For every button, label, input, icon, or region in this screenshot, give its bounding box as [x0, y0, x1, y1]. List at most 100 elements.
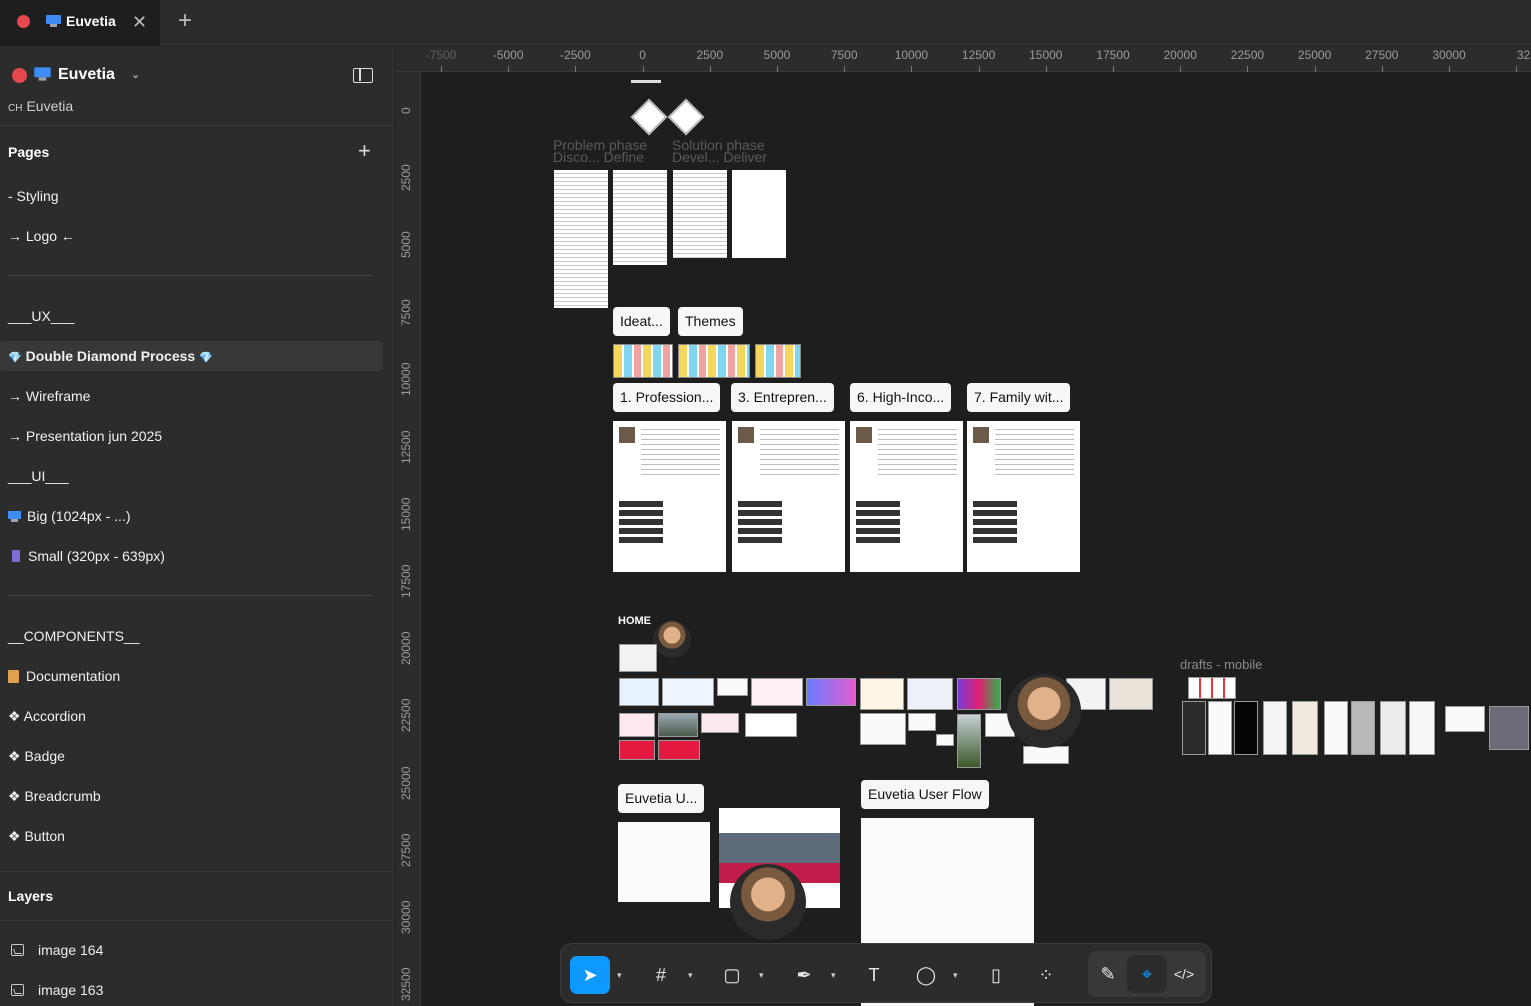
page-item[interactable]: ❖ Accordion: [0, 701, 383, 731]
mobile-draft-thumb[interactable]: [1263, 701, 1287, 755]
layer-item[interactable]: image 163: [0, 975, 393, 1005]
chevron-down-icon[interactable]: ▾: [759, 970, 764, 981]
user-flow-frame[interactable]: [618, 822, 710, 902]
wireframe-thumb[interactable]: [860, 678, 904, 710]
sticky-board[interactable]: [755, 344, 801, 378]
frame-tool-icon[interactable]: #: [641, 956, 681, 994]
page-item-big[interactable]: Big (1024px - ...): [0, 501, 383, 531]
rectangle-tool-icon[interactable]: ▢: [712, 956, 752, 994]
frame-label-ideation[interactable]: Ideat...: [613, 307, 670, 336]
close-icon[interactable]: ✕: [132, 12, 147, 32]
mobile-draft-thumb[interactable]: [1188, 677, 1236, 699]
frame-label-persona-1[interactable]: 1. Profession...: [613, 383, 721, 412]
canvas[interactable]: -7500 -5000 -2500 0 2500 5000 7500 10000 12500 15…: [395, 46, 1531, 1006]
wireframe-thumb[interactable]: [745, 713, 797, 737]
page-item[interactable]: ___UX___: [0, 301, 383, 331]
assets-tool-icon[interactable]: ⁘: [1026, 956, 1066, 994]
move-tool-icon[interactable]: ➤: [570, 956, 610, 994]
collaborator-avatar[interactable]: [1007, 674, 1081, 748]
mobile-draft-thumb[interactable]: [1409, 701, 1435, 755]
wireframe-thumb[interactable]: [957, 678, 1001, 710]
wireframe-thumb[interactable]: [806, 678, 856, 706]
phase-problem-sub: Disco... Define: [553, 149, 645, 165]
page-item[interactable]: ❖ Breadcrumb: [0, 781, 383, 811]
comment-tool-icon[interactable]: ◯: [906, 956, 946, 994]
page-item-documentation[interactable]: Documentation: [0, 661, 383, 691]
page-item-double-diamond[interactable]: 💎 Double Diamond Process 💎: [0, 341, 383, 371]
design-mode-icon[interactable]: ⌖: [1127, 955, 1167, 993]
team-name[interactable]: CH Euvetia: [8, 98, 73, 114]
frame-label-themes[interactable]: Themes: [678, 307, 743, 336]
page-item[interactable]: ___UI___: [0, 461, 383, 491]
wireframe-thumb[interactable]: [957, 714, 981, 768]
wireframe-thumb[interactable]: [936, 734, 954, 746]
page-item[interactable]: ❖ Button: [0, 821, 383, 851]
mobile-draft-thumb[interactable]: [1445, 706, 1485, 732]
wireframe-thumb[interactable]: [751, 678, 803, 706]
text-tool-icon[interactable]: T: [854, 956, 894, 994]
persona-frame[interactable]: [613, 421, 726, 572]
chevron-down-icon[interactable]: ▾: [688, 970, 693, 981]
mobile-draft-thumb[interactable]: [1292, 701, 1318, 755]
mobile-draft-thumb[interactable]: [1182, 701, 1206, 755]
sticky-board[interactable]: [678, 344, 750, 378]
panel-toggle-icon[interactable]: [353, 68, 373, 83]
discover-frame[interactable]: [554, 170, 608, 308]
frame-label-persona-3[interactable]: 3. Entrepren...: [731, 383, 834, 412]
file-name[interactable]: Euvetia: [58, 66, 115, 84]
wireframe-thumb[interactable]: [658, 740, 700, 760]
persona-frame[interactable]: [967, 421, 1080, 572]
wireframe-thumb[interactable]: [658, 713, 698, 737]
add-page-button[interactable]: +: [358, 138, 371, 164]
page-item[interactable]: - Styling: [0, 181, 383, 211]
page-item[interactable]: → Wireframe: [0, 381, 383, 411]
wireframe-thumb[interactable]: [907, 678, 953, 710]
frame-label-euvetia-u[interactable]: Euvetia U...: [618, 784, 705, 813]
chevron-down-icon[interactable]: ▾: [953, 970, 958, 981]
frame-label-persona-6[interactable]: 6. High-Inco...: [850, 383, 952, 412]
wireframe-thumb[interactable]: [1109, 678, 1153, 710]
persona-frame[interactable]: [850, 421, 963, 572]
mobile-draft-thumb[interactable]: [1351, 701, 1375, 755]
page-item[interactable]: ❖ Badge: [0, 741, 383, 771]
pen-tool-icon[interactable]: ✒: [784, 956, 824, 994]
draw-mode-icon[interactable]: ✎: [1088, 955, 1128, 993]
actions-tool-icon[interactable]: ▯: [976, 956, 1016, 994]
mobile-draft-thumb[interactable]: [1234, 701, 1258, 755]
wireframe-thumb[interactable]: [619, 678, 659, 706]
mobile-draft-thumb[interactable]: [1208, 701, 1232, 755]
layer-item[interactable]: image 164: [0, 935, 393, 965]
dev-mode-icon[interactable]: </>: [1164, 955, 1204, 993]
frame-label-persona-7[interactable]: 7. Family wit...: [967, 383, 1071, 412]
mobile-draft-thumb[interactable]: [1489, 706, 1529, 750]
questions-frame[interactable]: [673, 170, 727, 258]
chevron-down-icon[interactable]: ▾: [831, 970, 836, 981]
wireframe-thumb[interactable]: [701, 713, 739, 733]
chevron-down-icon[interactable]: ⌄: [131, 68, 140, 81]
collaborator-avatar[interactable]: [653, 620, 691, 658]
wireframe-thumb[interactable]: [908, 713, 936, 731]
frame-label-user-flow[interactable]: Euvetia User Flow: [861, 780, 989, 809]
chevron-down-icon[interactable]: ▾: [617, 970, 622, 981]
sticky-board[interactable]: [613, 344, 673, 378]
wireframe-thumb[interactable]: [1023, 746, 1069, 764]
wireframe-thumb[interactable]: [619, 740, 655, 760]
persona-frame[interactable]: [732, 421, 845, 572]
file-tab[interactable]: Euvetia ✕: [0, 0, 160, 45]
wireframe-thumb[interactable]: [619, 713, 655, 737]
wireframe-thumb[interactable]: [860, 713, 906, 745]
page-item[interactable]: → Presentation jun 2025: [0, 421, 383, 451]
wireframe-thumb[interactable]: [662, 678, 714, 706]
new-tab-button[interactable]: +: [178, 9, 192, 33]
page-item[interactable]: __COMPONENTS__: [0, 621, 383, 651]
persona-text: [878, 429, 957, 479]
define-frame[interactable]: [613, 170, 667, 265]
mobile-draft-thumb[interactable]: [1324, 701, 1348, 755]
page-item[interactable]: → Logo ←: [0, 221, 383, 251]
page-item-small[interactable]: Small (320px - 639px): [0, 541, 383, 571]
wireframe-thumb[interactable]: [717, 678, 748, 696]
blank-frame[interactable]: [732, 170, 786, 258]
collaborator-avatar[interactable]: [730, 864, 806, 940]
wireframe-thumb[interactable]: [619, 644, 657, 672]
mobile-draft-thumb[interactable]: [1380, 701, 1406, 755]
